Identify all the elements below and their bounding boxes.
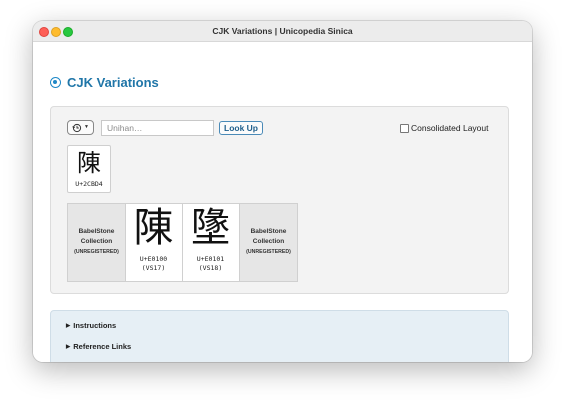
instructions-label: Instructions (73, 321, 117, 330)
reference-links-disclosure[interactable]: ▶ Reference Links (66, 342, 131, 351)
app-window: CJK Variations | Unicopedia Sinica CJK V… (33, 21, 532, 362)
page-content: CJK Variations ▼ Look Up Consolidated La… (33, 42, 532, 362)
minimize-window-button[interactable] (51, 27, 61, 37)
collection-name-line2: Collection (80, 238, 113, 245)
lookup-panel: ▼ Look Up Consolidated Layout 陳 U+2CBD4 … (50, 106, 509, 294)
character-card[interactable]: 陳 U+2CBD4 (67, 145, 111, 193)
collection-status: (UNREGISTERED) (246, 249, 291, 255)
variation-code: U+E0100 (139, 255, 168, 263)
collection-name-line1: BabelStone (78, 228, 115, 235)
radio-target-icon (50, 77, 61, 88)
variation-cell[interactable]: 墬 U+E0101 (VS18) (182, 204, 239, 281)
collection-name-line1: BabelStone (250, 228, 287, 235)
character-code: U+2CBD4 (75, 180, 103, 188)
disclosure-triangle-icon: ▶ (66, 344, 71, 350)
close-window-button[interactable] (39, 27, 49, 37)
collection-name-line2: Collection (252, 238, 285, 245)
chevron-down-icon: ▼ (84, 124, 89, 130)
collection-label-right: BabelStone Collection (UNREGISTERED) (239, 204, 297, 281)
window-title: CJK Variations | Unicopedia Sinica (212, 26, 353, 36)
character-glyph: 陳 (77, 149, 101, 177)
history-menu-button[interactable]: ▼ (67, 120, 94, 135)
consolidated-layout-label[interactable]: Consolidated Layout (411, 123, 489, 133)
disclosure-triangle-icon: ▶ (66, 323, 71, 329)
instructions-disclosure[interactable]: ▶ Instructions (66, 321, 116, 330)
variation-code: U+E0101 (196, 255, 225, 263)
info-panel: ▶ Instructions ▶ Reference Links (50, 310, 509, 362)
page-title: CJK Variations (67, 75, 159, 90)
variation-selector: (VS18) (198, 264, 223, 272)
variation-cell[interactable]: 陳 U+E0100 (VS17) (125, 204, 183, 281)
consolidated-layout-checkbox[interactable] (400, 124, 409, 133)
unihan-search-input[interactable] (101, 120, 214, 136)
history-clock-icon (72, 123, 82, 133)
variations-table: BabelStone Collection (UNREGISTERED) 陳 U+… (67, 203, 298, 282)
variation-glyph: 墬 (190, 205, 231, 251)
variation-glyph: 陳 (133, 205, 174, 251)
reference-links-label: Reference Links (73, 342, 132, 351)
title-bar: CJK Variations | Unicopedia Sinica (33, 21, 532, 42)
collection-status: (UNREGISTERED) (74, 249, 119, 255)
look-up-button[interactable]: Look Up (219, 121, 263, 135)
collection-label-left: BabelStone Collection (UNREGISTERED) (68, 204, 126, 281)
zoom-window-button[interactable] (63, 27, 73, 37)
variation-selector: (VS17) (141, 264, 166, 272)
